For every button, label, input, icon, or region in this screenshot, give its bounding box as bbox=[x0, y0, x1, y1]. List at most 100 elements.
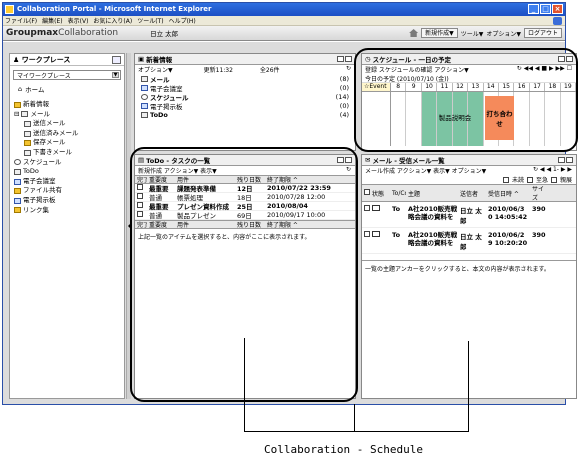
mail-panel: ✉ メール - 受信メール一覧 メール作成 アクション▼ 表示▼ オプション▼ ↻… bbox=[361, 154, 577, 399]
refresh-icon[interactable]: ↻ bbox=[346, 65, 351, 72]
col-size[interactable]: サイズ bbox=[530, 184, 546, 202]
urgent-checkbox[interactable] bbox=[526, 176, 533, 183]
unread-checkbox[interactable] bbox=[502, 176, 509, 183]
callout-line-left bbox=[244, 338, 245, 432]
bulletin-icon bbox=[14, 197, 21, 204]
clock-icon bbox=[141, 93, 148, 100]
news-row-todo[interactable]: ToDo (4) bbox=[135, 110, 355, 119]
mail-preview-hint: 一覧の主題アンカーをクリックすると、本文の内容が表示されます。 bbox=[362, 260, 576, 276]
person-icon: ♟ bbox=[13, 55, 20, 64]
home-icon[interactable] bbox=[409, 29, 419, 37]
window-icon[interactable] bbox=[337, 56, 344, 62]
tree-item-mail[interactable]: ⊟ メール bbox=[14, 110, 124, 120]
options-menu-button[interactable]: オプション▼ bbox=[486, 29, 521, 38]
mail-row[interactable]: To A社2010販売戦略会議の資料を 日立 太郎 2010/06/3 0 14… bbox=[362, 202, 576, 228]
mail-icon bbox=[21, 111, 29, 118]
tree-item-todo[interactable]: ToDo bbox=[14, 167, 124, 177]
menu-help[interactable]: ヘルプ(H) bbox=[169, 16, 196, 25]
news-options-menu[interactable]: オプション▼ bbox=[138, 65, 173, 74]
news-panel-header: ▣ 新着情報 bbox=[135, 54, 355, 65]
news-toolbar: オプション▼ 更新11:32 全26件 ↻ bbox=[135, 65, 355, 74]
collapse-icon[interactable]: ⊟ bbox=[14, 110, 19, 120]
menu-file[interactable]: ファイル(F) bbox=[5, 16, 37, 25]
col-to-cc[interactable]: To/Cc bbox=[390, 190, 406, 197]
mail-subject-link[interactable]: A社2010販売戦略会議の資料を bbox=[406, 231, 458, 247]
todo-icon bbox=[141, 111, 148, 118]
meeting-icon bbox=[14, 178, 21, 185]
logout-button[interactable]: ログアウト bbox=[523, 28, 562, 38]
mail-panel-header: ✉ メール - 受信メール一覧 bbox=[362, 155, 576, 166]
menu-view[interactable]: 表示(V) bbox=[68, 16, 89, 25]
mail-toolbar: メール作成 アクション▼ 表示▼ オプション▼ ↻ ◀ ◀ 1- ▶ ▶ bbox=[362, 166, 576, 175]
home-link-icon: ⌂ bbox=[18, 85, 23, 93]
news-updated: 更新11:32 bbox=[203, 67, 233, 74]
tree-item-schedule[interactable]: スケジュール bbox=[14, 158, 124, 168]
maximize-button[interactable]: □ bbox=[540, 4, 551, 14]
confidential-checkbox[interactable] bbox=[550, 176, 557, 183]
nav-tree: 新着情報 ⊟ メール 送信メール 送信済みメール 保存メール 下書きメール スケジ… bbox=[10, 100, 124, 215]
tree-item-sent[interactable]: 送信メール bbox=[14, 119, 124, 129]
workplace-panel: ♟ ワークプレース マイワークプレース ▼ ⌂ ホーム 新着情報 ⊟ メール 送信メ… bbox=[9, 53, 125, 399]
dropdown-icon[interactable] bbox=[566, 157, 573, 163]
mail-filters: 未読 至急 親展 bbox=[362, 175, 576, 184]
app-header: GroupmaxCollaboration 日立 太郎 新規作成▼ ツール▼ オ… bbox=[3, 26, 565, 41]
window-icon[interactable] bbox=[558, 157, 565, 163]
callout-label: Collaboration - Schedule bbox=[264, 443, 423, 456]
new-menu-button[interactable]: 新規作成▼ bbox=[421, 28, 458, 38]
col-received[interactable]: 受信日時 ^ bbox=[486, 189, 530, 198]
tree-item-files[interactable]: ファイル共有 bbox=[14, 186, 124, 196]
mail-row[interactable]: To A社2010販売戦略会議の資料を 日立 太郎 2010/06/2 9 10… bbox=[362, 228, 576, 254]
workplace-select-value: マイワークプレース bbox=[17, 72, 71, 80]
title-bar: Collaboration Portal - Microsoft Interne… bbox=[3, 3, 565, 16]
mail-actions[interactable]: メール作成 アクション▼ 表示▼ オプション▼ bbox=[365, 166, 486, 175]
callout-line-right bbox=[468, 341, 469, 432]
minimize-button[interactable]: _ bbox=[528, 4, 539, 14]
mail-title: メール - 受信メール一覧 bbox=[372, 157, 445, 165]
schedule-highlight bbox=[354, 48, 578, 152]
tree-item-drafts[interactable]: 下書きメール bbox=[14, 148, 124, 158]
menu-bar: ファイル(F) 編集(E) 表示(V) お気に入り(A) ツール(T) ヘルプ(… bbox=[3, 16, 565, 26]
workplace-header: ♟ ワークプレース bbox=[10, 54, 124, 66]
dropdown-icon[interactable] bbox=[345, 56, 352, 62]
close-button[interactable]: × bbox=[552, 4, 563, 14]
panel-settings-icon[interactable] bbox=[112, 56, 121, 64]
menu-edit[interactable]: 編集(E) bbox=[42, 16, 62, 25]
col-subject[interactable]: 主題 bbox=[406, 189, 458, 198]
meeting-icon bbox=[141, 84, 148, 91]
window-title: Collaboration Portal - Microsoft Interne… bbox=[17, 5, 212, 13]
chevron-down-icon[interactable]: ▼ bbox=[112, 72, 119, 78]
file-share-icon bbox=[14, 188, 21, 195]
mail-icon bbox=[24, 130, 31, 137]
brand-logo: GroupmaxCollaboration bbox=[6, 28, 119, 38]
mail-subject-link[interactable]: A社2010販売戦略会議の資料を bbox=[406, 205, 458, 221]
menu-tools[interactable]: ツール(T) bbox=[137, 16, 163, 25]
mail-icon: ✉ bbox=[365, 156, 371, 164]
tree-item-meeting[interactable]: 電子会議室 bbox=[14, 177, 124, 187]
clock-icon bbox=[14, 159, 21, 166]
bulletin-icon bbox=[141, 102, 148, 109]
tree-item-news[interactable]: 新着情報 bbox=[14, 100, 124, 110]
news-icon bbox=[14, 101, 21, 108]
mail-icon bbox=[141, 75, 148, 82]
mail-icon bbox=[24, 120, 31, 127]
tree-item-links[interactable]: リンク集 bbox=[14, 206, 124, 216]
callout-line-vertical bbox=[354, 404, 355, 432]
menu-favorites[interactable]: お気に入り(A) bbox=[93, 16, 132, 25]
ie-icon bbox=[5, 5, 14, 14]
tools-menu-button[interactable]: ツール▼ bbox=[461, 29, 484, 38]
tree-item-saved[interactable]: 保存メール bbox=[14, 138, 124, 148]
workplace-select[interactable]: マイワークプレース ▼ bbox=[13, 70, 121, 80]
tree-item-board[interactable]: 電子掲示板 bbox=[14, 196, 124, 206]
tree-item-sent-done[interactable]: 送信済みメール bbox=[14, 129, 124, 139]
col-status[interactable]: 状態 bbox=[370, 189, 390, 198]
mail-pager[interactable]: ↻ ◀ ◀ 1- ▶ ▶ bbox=[533, 166, 572, 173]
news-row-board[interactable]: 電子掲示板 (0) bbox=[135, 101, 355, 111]
draft-icon bbox=[24, 149, 31, 156]
todo-icon bbox=[14, 168, 21, 175]
home-link[interactable]: ⌂ ホーム bbox=[10, 84, 124, 94]
user-name: 日立 太郎 bbox=[150, 30, 179, 38]
envelope-icon bbox=[372, 231, 380, 237]
news-icon: ▣ bbox=[138, 55, 145, 63]
mail-header-row: 状態 To/Cc 主題 送信者 受信日時 ^ サイズ bbox=[362, 184, 576, 202]
col-sender[interactable]: 送信者 bbox=[458, 189, 486, 198]
